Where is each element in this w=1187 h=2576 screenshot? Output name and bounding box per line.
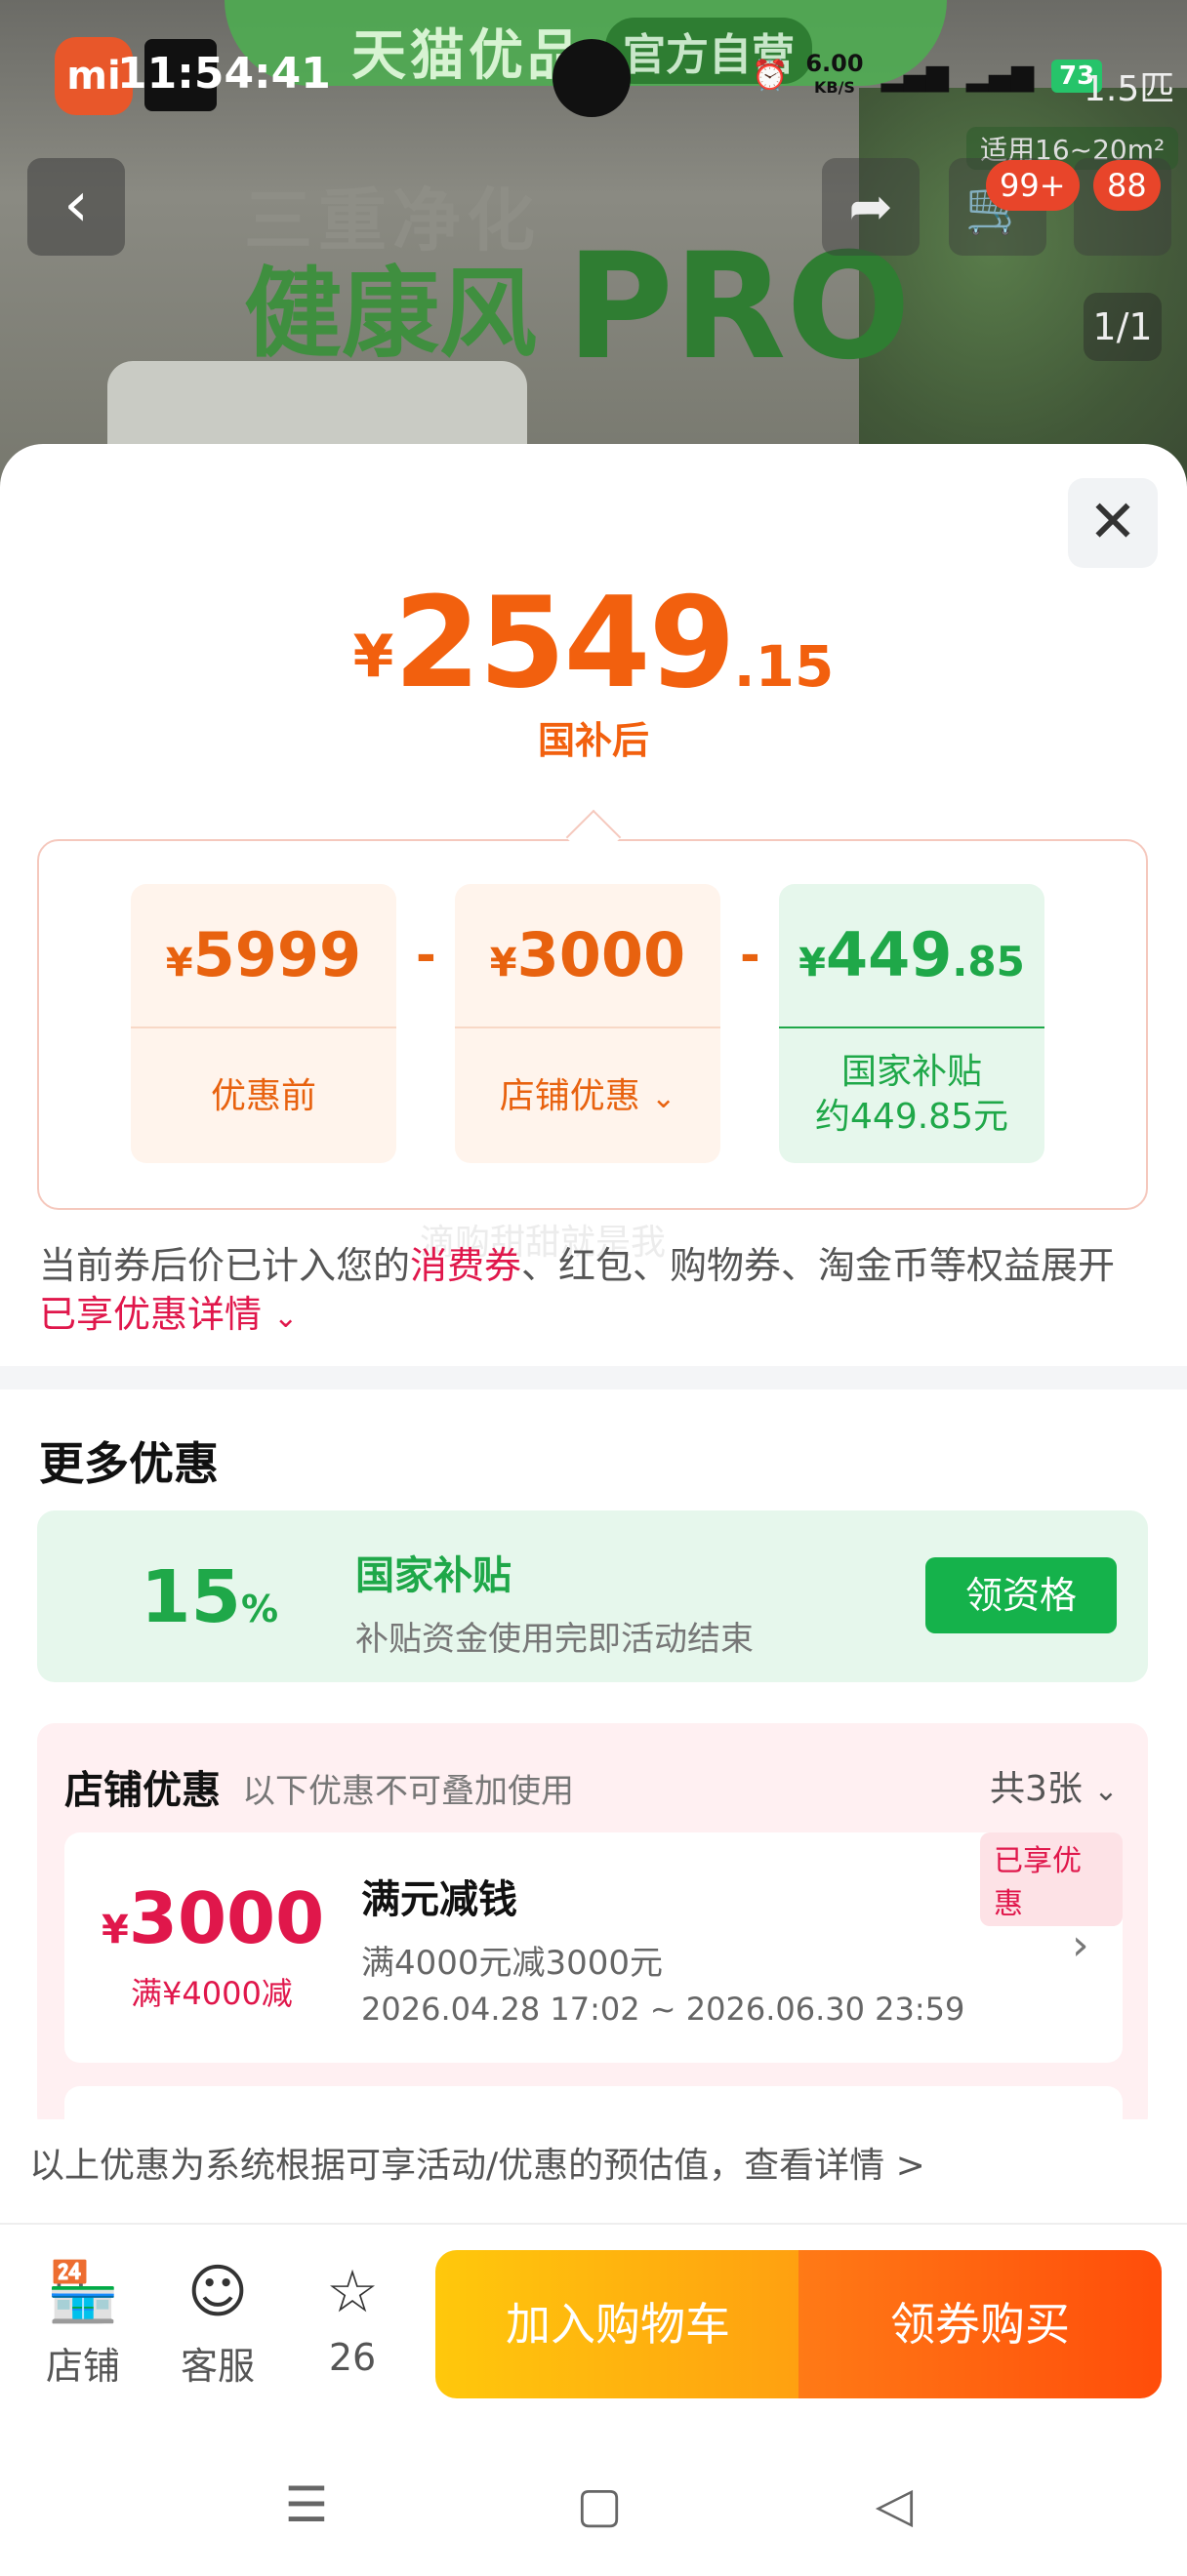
signal-5g-icon-1: ▂▄▆ <box>880 59 949 93</box>
consumer-coupon-link[interactable]: 消费券 <box>410 1244 521 1287</box>
chat-face-icon: ☺ <box>186 2258 249 2326</box>
national-subsidy-value: ¥449.85 <box>779 919 1044 990</box>
status-indicators: ⏰ 6.00 KB/S ▂▄▆ ▂▄▆ 73 <box>752 50 1103 99</box>
coupon-date: 2026.04.28 17:02 ~ 2026.06.30 23:59 <box>361 1991 965 2028</box>
original-price-value: ¥5999 <box>131 919 396 990</box>
amount: 3000 <box>516 919 686 990</box>
subsidy-percent-value: 15 <box>141 1555 241 1639</box>
close-button[interactable]: ✕ <box>1068 478 1158 568</box>
chevron-down-icon: ⌄ <box>651 1081 676 1115</box>
coupon-amount: ¥3000 <box>102 1877 324 1959</box>
card-divider <box>131 1026 396 1028</box>
claim-and-buy-button[interactable]: 领券购买 <box>798 2250 1162 2398</box>
amount: 449 <box>826 919 953 990</box>
spec-label: 1.5匹 <box>1084 69 1175 109</box>
star-icon: ☆ <box>326 2258 379 2326</box>
store-discount-text: 店铺优惠 <box>499 1076 640 1116</box>
estimate-link[interactable]: 以上优惠为系统根据可享活动/优惠的预估值，查看详情 > <box>29 2137 925 2188</box>
currency-symbol: ¥ <box>102 1908 129 1952</box>
subsidy-desc: 补贴资金使用完即活动结束 <box>355 1620 754 1659</box>
store-coupon-card[interactable]: 已享优惠 ¥3000 满¥4000减 满元减钱 满4000元减3000元 202… <box>64 1832 1123 2063</box>
coupon-amount-value: 3000 <box>128 1877 325 1959</box>
coupon-title: 满元减钱 <box>361 1877 517 1922</box>
subsidy-percent: 15% <box>141 1555 278 1639</box>
message-badge: 88 <box>1093 160 1161 211</box>
image-page-indicator: 1/1 <box>1084 293 1162 361</box>
original-price-card: ¥5999 优惠前 <box>131 884 396 1163</box>
amount: 5999 <box>192 919 362 990</box>
add-to-cart-button[interactable]: 加入购物车 <box>435 2250 800 2398</box>
subsidy-label-line1: 国家补贴 <box>840 1052 982 1092</box>
network-speed: 6.00 KB/S <box>805 50 864 99</box>
enjoyed-details-text: 已享优惠详情 <box>39 1293 263 1336</box>
minus-sign: - <box>416 927 436 984</box>
network-speed-unit: KB/S <box>813 78 855 97</box>
shop-button[interactable]: 🏪 店铺 <box>29 2256 137 2390</box>
store-offers-title: 店铺优惠 <box>64 1768 221 1813</box>
enjoyed-details-link[interactable]: 已享优惠详情 ⌄ <box>39 1293 298 1336</box>
customer-service-button[interactable]: ☺ 客服 <box>164 2256 271 2390</box>
store-offers-hint: 以下优惠不可叠加使用 <box>242 1772 574 1811</box>
status-time: 11:54:41 <box>117 49 331 99</box>
customer-service-label: 客服 <box>180 2345 255 2388</box>
menu-icon[interactable]: ☰ <box>267 2476 346 2533</box>
back-triangle-icon[interactable]: ◁ <box>855 2476 933 2533</box>
shop-icon: 🏪 <box>46 2258 120 2326</box>
coupon-count-text: 共3张 <box>990 1769 1083 1809</box>
coupon-note: 当前券后价已计入您的消费券、红包、购物券、淘金币等权益展开已享优惠详情 ⌄ <box>39 1241 1152 1343</box>
note-text-2: 、红包、购物券、淘金币等权益展开 <box>521 1244 1116 1287</box>
currency-symbol: ¥ <box>165 941 193 986</box>
favorite-button[interactable]: ☆ 26 <box>299 2256 406 2379</box>
favorite-count: 26 <box>328 2336 377 2379</box>
coupon-desc: 满4000元减3000元 <box>361 1944 664 1983</box>
store-discount-card[interactable]: ¥3000 店铺优惠 ⌄ <box>455 884 720 1163</box>
shop-label: 店铺 <box>45 2345 120 2388</box>
price-label: 国补后 <box>537 719 649 762</box>
hero-slogan-line2: 健康风 <box>244 257 537 371</box>
share-icon: ➦ <box>848 176 893 237</box>
back-button[interactable]: ‹ <box>27 158 125 256</box>
subsidy-label-line2: 约449.85元 <box>815 1097 1008 1137</box>
subsidy-title: 国家补贴 <box>355 1553 512 1598</box>
section-divider <box>0 1366 1187 1389</box>
national-subsidy-card: ¥449.85 国家补贴 约449.85元 <box>779 884 1044 1163</box>
chevron-down-icon: ⌄ <box>273 1301 299 1335</box>
card-divider <box>779 1026 1044 1028</box>
store-discount-value: ¥3000 <box>455 919 720 990</box>
currency-symbol: ¥ <box>489 941 517 986</box>
store-offers-panel: 店铺优惠 以下优惠不可叠加使用 共3张 ⌄ 已享优惠 ¥3000 满¥4000减… <box>37 1723 1148 2133</box>
home-icon[interactable]: ▢ <box>560 2476 638 2533</box>
minus-sign: - <box>740 927 760 984</box>
currency-symbol: ¥ <box>798 941 826 986</box>
store-offers-count[interactable]: 共3张 ⌄ <box>990 1760 1119 1811</box>
share-button[interactable]: ➦ <box>822 158 920 256</box>
national-subsidy-offer: 15% 国家补贴 补贴资金使用完即活动结束 领资格 <box>37 1510 1148 1682</box>
store-discount-label: 店铺优惠 ⌄ <box>455 1067 720 1118</box>
coupon-condition: 满¥4000减 <box>131 1975 293 2012</box>
network-speed-value: 6.00 <box>805 50 864 77</box>
more-offers-title: 更多优惠 <box>39 1437 219 1490</box>
price-decimal: .15 <box>733 633 835 700</box>
signal-5g-icon-2: ▂▄▆ <box>965 59 1035 93</box>
final-price: ¥2549.15 <box>0 571 1187 716</box>
enjoyed-tag: 已享优惠 <box>980 1832 1123 1926</box>
alarm-icon: ⏰ <box>752 59 789 93</box>
brand-banner-text: 天猫优品 <box>351 24 586 88</box>
close-icon: ✕ <box>1087 488 1138 556</box>
amount-decimal: .85 <box>952 938 1025 986</box>
original-price-label: 优惠前 <box>210 1076 316 1116</box>
subsidy-percent-sign: % <box>240 1588 279 1630</box>
note-text-1: 当前券后价已计入您的 <box>39 1244 411 1287</box>
card-divider <box>455 1026 720 1028</box>
bottom-divider <box>0 2223 1187 2225</box>
camera-cutout <box>553 39 631 117</box>
chevron-right-icon: › <box>1072 1920 1089 1970</box>
chevron-down-icon: ⌄ <box>1093 1774 1119 1808</box>
national-subsidy-label: 国家补贴 约449.85元 <box>779 1050 1044 1140</box>
claim-eligibility-button[interactable]: 领资格 <box>925 1557 1117 1633</box>
price-currency: ¥ <box>352 623 394 691</box>
cart-badge: 99+ <box>986 160 1080 211</box>
chevron-left-icon: ‹ <box>63 169 89 241</box>
price-integer: 2549 <box>393 571 735 716</box>
